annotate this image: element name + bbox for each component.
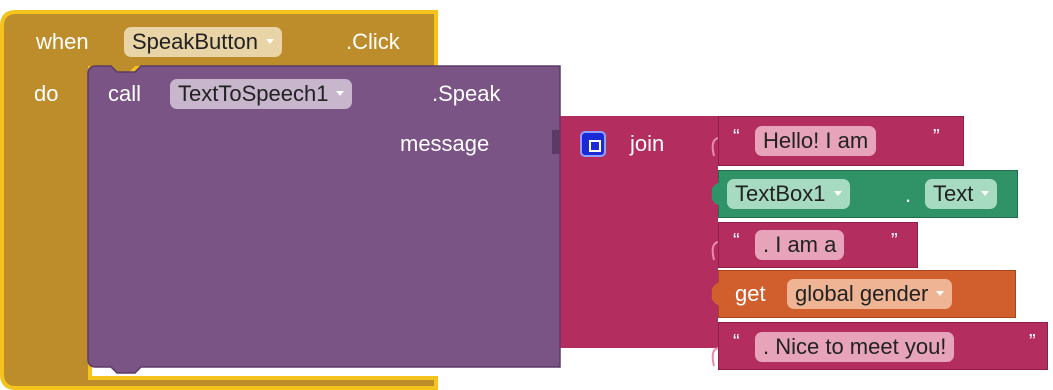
textbox-connector-tab xyxy=(711,182,720,206)
component-dropdown-label: TextToSpeech1 xyxy=(178,81,329,106)
close-quote: ” xyxy=(891,230,898,252)
call-block-shape[interactable] xyxy=(86,64,566,384)
mutator-gear-inner-icon xyxy=(589,140,601,152)
text-block-1[interactable]: “ Hello! I am ” xyxy=(718,116,964,166)
call-label: call xyxy=(108,81,142,106)
component-dropdown-label: TextBox1 xyxy=(735,181,826,206)
message-param-label: message xyxy=(400,131,490,156)
text-block-3[interactable]: “ . Nice to meet you! ” xyxy=(718,322,1048,370)
do-label: do xyxy=(34,81,59,106)
component-dropdown-textbox[interactable]: TextBox1 xyxy=(727,179,850,209)
text-block-2[interactable]: “ . I am a ” xyxy=(718,222,918,268)
when-label: when xyxy=(36,29,89,54)
property-dropdown-label: Text xyxy=(933,181,974,206)
get-variable-block[interactable]: get global gender xyxy=(718,270,1016,318)
method-name-label: .Speak xyxy=(432,81,501,106)
property-dropdown-text[interactable]: Text xyxy=(925,179,998,209)
textbox-getter-block[interactable]: TextBox1 . Text xyxy=(718,170,1018,218)
chevron-down-icon xyxy=(336,90,345,96)
close-quote: ” xyxy=(933,126,940,148)
variable-dropdown[interactable]: global gender xyxy=(787,279,953,309)
open-quote: “ xyxy=(733,230,740,252)
component-dropdown-texttospeech[interactable]: TextToSpeech1 xyxy=(170,79,353,109)
chevron-down-icon xyxy=(981,190,990,196)
text-field-2[interactable]: . I am a xyxy=(755,230,845,260)
get-label: get xyxy=(735,281,766,306)
open-quote: “ xyxy=(733,331,740,353)
open-quote: “ xyxy=(733,126,740,148)
mutator-gear-icon[interactable] xyxy=(580,131,606,157)
chevron-down-icon xyxy=(936,290,945,296)
component-dropdown-speakbutton[interactable]: SpeakButton xyxy=(124,27,282,57)
text-field-3[interactable]: . Nice to meet you! xyxy=(755,332,955,362)
event-name-label: .Click xyxy=(346,29,400,54)
variable-dropdown-label: global gender xyxy=(795,281,929,306)
join-label: join xyxy=(630,131,665,156)
close-quote: ” xyxy=(1029,331,1036,353)
chevron-down-icon xyxy=(833,190,842,196)
chevron-down-icon xyxy=(265,38,274,44)
get-connector-tab xyxy=(711,282,720,306)
dot-separator: . xyxy=(905,182,912,207)
text-field-1[interactable]: Hello! I am xyxy=(755,126,877,156)
component-dropdown-label: SpeakButton xyxy=(132,29,258,54)
